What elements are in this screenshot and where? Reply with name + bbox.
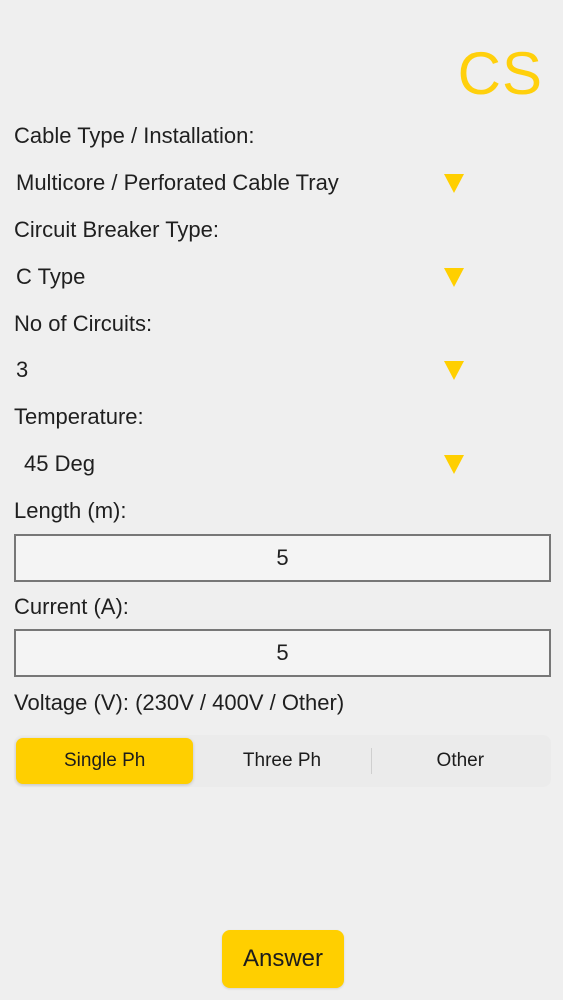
breaker-type-label: Circuit Breaker Type: (14, 217, 220, 242)
temperature-label: Temperature: (14, 404, 144, 429)
length-input[interactable] (14, 534, 551, 582)
answer-button[interactable]: Answer (222, 930, 344, 988)
cable-type-dropdown[interactable]: Multicore / Perforated Cable Tray (14, 166, 554, 200)
cable-type-value: Multicore / Perforated Cable Tray (16, 170, 339, 195)
cable-sizing-screen: CS Cable Type / Installation: Multicore … (0, 0, 563, 1000)
breaker-type-value: C Type (16, 264, 86, 289)
temperature-dropdown[interactable]: 45 Deg (14, 447, 554, 481)
dropdown-triangle-icon (444, 173, 464, 193)
voltage-label: Voltage (V): (230V / 400V / Other) (14, 690, 345, 715)
app-logo: CS (457, 40, 543, 107)
temperature-value: 45 Deg (24, 451, 95, 476)
voltage-segmented-control: Single Ph Three Ph Other (14, 735, 551, 787)
segment-single-phase[interactable]: Single Ph (16, 738, 194, 784)
dropdown-triangle-icon (444, 267, 464, 287)
circuits-value: 3 (16, 357, 29, 382)
length-label: Length (m): (14, 498, 127, 523)
circuits-dropdown[interactable]: 3 (14, 353, 554, 387)
current-label: Current (A): (14, 594, 129, 619)
current-input[interactable] (14, 629, 551, 677)
cable-type-label: Cable Type / Installation: (14, 123, 255, 148)
dropdown-triangle-icon (444, 360, 464, 380)
dropdown-triangle-icon (444, 454, 464, 474)
circuits-label: No of Circuits: (14, 311, 153, 336)
breaker-type-dropdown[interactable]: C Type (14, 260, 554, 294)
segment-three-phase[interactable]: Three Ph (193, 738, 370, 784)
segment-other[interactable]: Other (372, 738, 549, 784)
